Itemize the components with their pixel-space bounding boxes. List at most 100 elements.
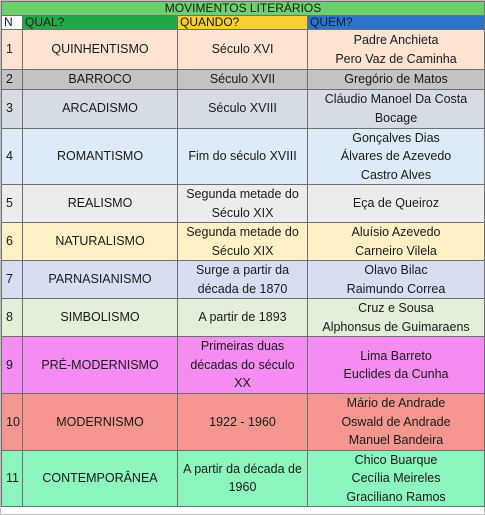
- cell-line: Raimundo Correa: [346, 281, 446, 296]
- table-row: 5 REALISMO Segunda metade do Século XIX Eça …: [1, 184, 485, 223]
- cell-line: Século XVI: [211, 42, 274, 57]
- cell-line: Olavo Bilac: [364, 263, 428, 277]
- cell-n[interactable]: 3: [1, 88, 23, 129]
- cell-n[interactable]: 8: [1, 298, 23, 337]
- cell-n[interactable]: 1: [1, 29, 23, 70]
- header-qual[interactable]: QUAL?: [22, 15, 178, 30]
- table-row: 1 QUINHENTISMO Século XVI Padre Anchieta Per…: [1, 29, 485, 70]
- cell-line: Castro Alves: [360, 167, 432, 182]
- cell-line: 1960: [228, 480, 257, 495]
- cell-line: Mário de Andrade: [346, 396, 446, 410]
- cell-n[interactable]: 7: [1, 260, 23, 299]
- cell-n[interactable]: 5: [1, 184, 23, 223]
- cell-qual[interactable]: PARNASIANISMO: [22, 260, 178, 299]
- cell-line: Cecília Meireles: [351, 471, 441, 485]
- cell-line: A partir de 1893: [198, 310, 287, 325]
- cell-quem[interactable]: Chico Buarque Cecília Meireles Graciliano …: [306, 449, 485, 507]
- table-row: 6 NATURALISMO Segunda metade do Século XIX A…: [1, 222, 485, 261]
- cell-quem[interactable]: Cruz e Sousa Alphonsus de Guimaraens: [306, 298, 485, 337]
- table-row: 9 PRÉ-MODERNISMO Primeiras duas décadas do …: [1, 336, 485, 394]
- cell-line: Oswald de Andrade: [341, 414, 451, 429]
- cell-n[interactable]: 4: [1, 127, 23, 185]
- cell-n[interactable]: 10: [1, 393, 23, 451]
- cell-quem[interactable]: Gonçalves Dias Álvares de Azevedo Castro A…: [306, 127, 485, 185]
- cell-qual[interactable]: MODERNISMO: [22, 393, 178, 451]
- spreadsheet: MOVIMENTOS LITERÁRIOS N QUAL? QUANDO? QU…: [0, 0, 485, 515]
- title-row: MOVIMENTOS LITERÁRIOS: [0, 1, 485, 16]
- table-title[interactable]: MOVIMENTOS LITERÁRIOS: [0, 1, 485, 16]
- cell-line: 1922 - 1960: [209, 414, 276, 429]
- cell-qual[interactable]: QUINHENTISMO: [22, 29, 178, 70]
- cell-quando[interactable]: 1922 - 1960: [177, 393, 308, 451]
- cell-line: Gregório de Matos: [344, 72, 448, 86]
- cell-line: Surge a partir da: [195, 263, 290, 277]
- cell-line: Chico Buarque: [354, 452, 438, 467]
- cell-qual[interactable]: NATURALISMO: [22, 222, 178, 261]
- cell-qual[interactable]: ARCADISMO: [22, 88, 178, 129]
- cell-line: Segunda metade do: [186, 225, 299, 239]
- cell-line: Primeiras duas: [200, 339, 285, 354]
- literary-movements-table: MOVIMENTOS LITERÁRIOS N QUAL? QUANDO? QU…: [0, 1, 485, 507]
- cell-quando[interactable]: Segunda metade do Século XIX: [177, 222, 308, 261]
- cell-quem[interactable]: Aluísio Azevedo Carneiro Vilela: [306, 222, 485, 261]
- cell-line: A partir da década de: [183, 461, 302, 476]
- cell-qual[interactable]: CONTEMPORÂNEA: [22, 449, 178, 507]
- header-quem[interactable]: QUEM?: [306, 15, 485, 30]
- cell-line: Gonçalves Dias: [352, 130, 440, 145]
- cell-quem[interactable]: Cláudio Manoel Da Costa Bocage: [306, 88, 485, 129]
- table-row: 2 BARROCO Século XVII Gregório de Matos: [1, 69, 485, 90]
- cell-quando[interactable]: Século XVI: [177, 29, 308, 70]
- cell-line: Século XIX: [211, 243, 274, 258]
- cell-n[interactable]: 9: [1, 336, 23, 394]
- cell-line: Manuel Bandeira: [348, 433, 444, 447]
- cell-line: Eça de Queiroz: [352, 196, 440, 211]
- cell-quem[interactable]: Eça de Queiroz: [306, 184, 485, 223]
- cell-quem[interactable]: Gregório de Matos: [306, 69, 485, 90]
- cell-quando[interactable]: A partir da década de 1960: [177, 449, 308, 507]
- cell-n[interactable]: 6: [1, 222, 23, 261]
- cell-qual[interactable]: SIMBOLISMO: [22, 298, 178, 337]
- cell-line: Aluísio Azevedo: [351, 225, 441, 239]
- cell-line: Padre Anchieta: [353, 33, 439, 47]
- cell-line: Euclides da Cunha: [343, 367, 449, 381]
- cell-n[interactable]: 11: [1, 449, 23, 507]
- cell-quando[interactable]: Primeiras duas décadas do século XX: [177, 336, 308, 394]
- cell-line: XX: [234, 376, 251, 391]
- table-row: 11 CONTEMPORÂNEA A partir da década de 1960…: [1, 449, 485, 507]
- cell-quem[interactable]: Mário de Andrade Oswald de Andrade Manuel …: [306, 393, 485, 451]
- cell-line: Bocage: [374, 110, 418, 125]
- cell-line: Cláudio Manoel Da Costa: [324, 92, 468, 106]
- cell-qual[interactable]: REALISMO: [22, 184, 178, 223]
- cell-line: Cruz e Sousa: [358, 301, 434, 315]
- cell-line: Carneiro Vilela: [355, 243, 437, 258]
- cell-qual[interactable]: BARROCO: [22, 69, 178, 90]
- cell-quando[interactable]: Surge a partir da década de 1870: [177, 260, 308, 299]
- table-row: 8 SIMBOLISMO A partir de 1893 Cruz e Sousa A…: [1, 298, 485, 337]
- cell-line: Fim do século XVIII: [188, 149, 297, 163]
- cell-quem[interactable]: Lima Barreto Euclides da Cunha: [306, 336, 485, 394]
- cell-quando[interactable]: A partir de 1893: [177, 298, 308, 337]
- header-row: N QUAL? QUANDO? QUEM?: [1, 15, 485, 30]
- cell-quando[interactable]: Século XVIII: [177, 88, 308, 129]
- table-row: 10 MODERNISMO 1922 - 1960 Mário de Andrade O…: [1, 393, 485, 451]
- cell-quando[interactable]: Fim do século XVIII: [177, 127, 308, 185]
- cell-line: Lima Barreto: [360, 348, 432, 363]
- cell-line: Graciliano Ramos: [346, 489, 446, 504]
- cell-quem[interactable]: Padre Anchieta Pero Vaz de Caminha: [306, 29, 485, 70]
- cell-line: Pero Vaz de Caminha: [335, 51, 457, 66]
- cell-line: Álvares de Azevedo: [340, 149, 452, 163]
- cell-qual[interactable]: PRÉ-MODERNISMO: [22, 336, 178, 394]
- cell-n[interactable]: 2: [1, 69, 23, 90]
- table-row: 3 ARCADISMO Século XVIII Cláudio Manoel Da …: [1, 88, 485, 129]
- cell-line: Século XVIII: [208, 101, 277, 116]
- table-row: 4 ROMANTISMO Fim do século XVIII Gonçalves …: [1, 127, 485, 185]
- cell-line: década de 1870: [197, 281, 288, 296]
- header-quando[interactable]: QUANDO?: [177, 15, 308, 30]
- cell-quem[interactable]: Olavo Bilac Raimundo Correa: [306, 260, 485, 299]
- cell-quando[interactable]: Século XVII: [177, 69, 308, 90]
- cell-quando[interactable]: Segunda metade do Século XIX: [177, 184, 308, 223]
- cell-qual[interactable]: ROMANTISMO: [22, 127, 178, 185]
- header-n[interactable]: N: [1, 15, 23, 30]
- cell-line: Segunda metade do: [186, 187, 299, 201]
- cell-line: Século XVII: [209, 72, 276, 86]
